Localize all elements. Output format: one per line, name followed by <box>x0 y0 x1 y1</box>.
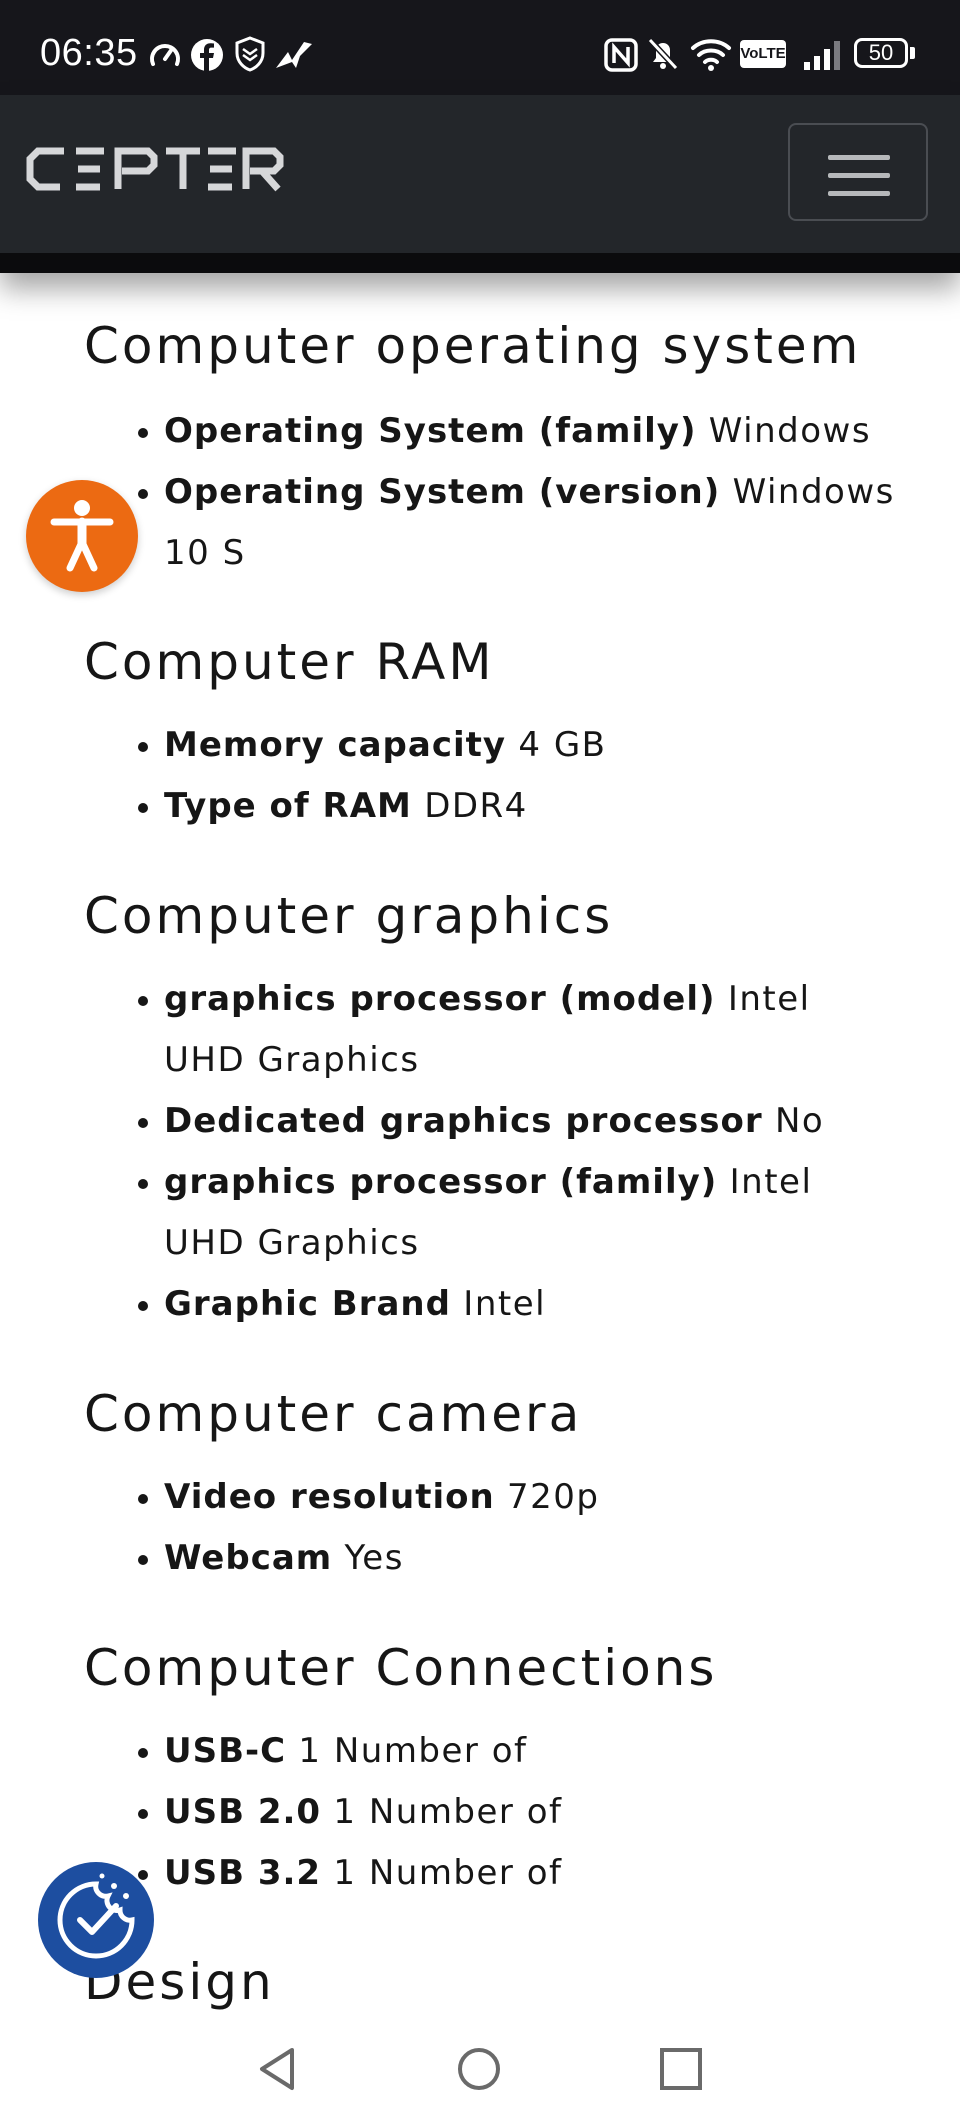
spec-label: Operating System (family) <box>164 411 697 451</box>
cookie-consent-button[interactable] <box>38 1862 154 1978</box>
spec-item: Dedicated graphics processor No <box>0 1091 960 1152</box>
battery-level: 50 <box>868 40 894 65</box>
hamburger-icon-line <box>828 173 890 178</box>
accessibility-button[interactable] <box>26 480 138 592</box>
spec-item: graphics processor (family) Intel UHD Gr… <box>0 1152 960 1274</box>
section-title: Computer Connections <box>84 1639 718 1697</box>
spec-item: Memory capacity 4 GB <box>0 715 960 776</box>
status-bar: 06:35 VoLTE 50 <box>0 0 960 95</box>
spec-value: 1 Number of <box>298 1731 528 1771</box>
back-icon[interactable] <box>256 2046 302 2092</box>
section-title: Computer RAM <box>84 633 495 691</box>
spec-label: USB-C <box>164 1731 287 1771</box>
spec-item: Graphic Brand Intel <box>0 1274 960 1335</box>
spec-value: 1 Number of <box>333 1792 563 1832</box>
wifi-icon <box>691 39 731 71</box>
speedometer-icon <box>150 44 180 66</box>
volte-label: VoLTE <box>740 45 786 62</box>
battery-tip <box>910 47 915 59</box>
spec-item: graphics processor (model) Intel UHD Gra… <box>0 969 960 1091</box>
signal-icon <box>804 41 840 70</box>
spec-label: USB 2.0 <box>164 1792 322 1832</box>
spec-list: Operating System (family) Windows Operat… <box>0 401 960 584</box>
spec-item: Operating System (version) Windows 10 S <box>0 462 960 584</box>
volte-icon: VoLTE <box>740 40 786 68</box>
spec-label: Video resolution <box>164 1477 495 1517</box>
spec-item: Video resolution 720p <box>0 1467 960 1528</box>
section-title: Computer graphics <box>84 887 614 945</box>
spec-value: No <box>774 1101 825 1141</box>
spec-item: Webcam Yes <box>0 1528 960 1589</box>
shield-icon <box>235 36 265 72</box>
bird-icon <box>276 42 312 68</box>
bell-muted-icon <box>647 37 679 71</box>
spec-list: Video resolution 720p Webcam Yes <box>0 1467 960 1589</box>
site-logo[interactable] <box>24 145 284 197</box>
spec-value: Intel <box>463 1284 547 1324</box>
section-title: Computer operating system <box>84 317 862 375</box>
menu-toggle-button[interactable] <box>788 123 928 221</box>
spec-item: USB 2.0 1 Number of <box>0 1782 960 1843</box>
spec-value: 4 GB <box>518 725 607 765</box>
section-title: Computer camera <box>84 1385 583 1443</box>
spec-list: Memory capacity 4 GB Type of RAM DDR4 <box>0 715 960 837</box>
cookie-consent-icon <box>57 1873 135 1959</box>
spec-item: Type of RAM DDR4 <box>0 776 960 837</box>
accessibility-person-icon <box>50 500 114 572</box>
facebook-icon <box>191 39 223 71</box>
battery-icon: 50 <box>854 38 908 68</box>
cepter-logo-graphic <box>26 147 284 192</box>
spec-value: 720p <box>507 1477 600 1517</box>
home-icon[interactable] <box>456 2046 502 2092</box>
spec-label: Operating System (version) <box>164 472 721 512</box>
spec-label: Memory capacity <box>164 725 507 765</box>
spec-value: Windows <box>708 411 872 451</box>
spec-label: USB 3.2 <box>164 1853 322 1893</box>
spec-label: graphics processor (model) <box>164 979 716 1019</box>
spec-label: Webcam <box>164 1538 333 1578</box>
spec-item: USB-C 1 Number of <box>0 1721 960 1782</box>
spec-label: Graphic Brand <box>164 1284 451 1324</box>
status-time: 06:35 <box>40 32 138 74</box>
site-navbar <box>0 95 960 273</box>
spec-label: graphics processor (family) <box>164 1162 718 1202</box>
spec-value: 1 Number of <box>333 1853 563 1893</box>
spec-label: Type of RAM <box>164 786 412 826</box>
nfc-icon <box>604 38 638 72</box>
spec-value: DDR4 <box>424 786 528 826</box>
hamburger-icon <box>828 155 890 160</box>
spec-item: Operating System (family) Windows <box>0 401 960 462</box>
spec-list: graphics processor (model) Intel UHD Gra… <box>0 969 960 1335</box>
spec-value: Yes <box>344 1538 404 1578</box>
spec-label: Dedicated graphics processor <box>164 1101 763 1141</box>
recents-icon[interactable] <box>658 2046 704 2092</box>
hamburger-icon-line <box>828 191 890 196</box>
system-nav-bar <box>0 2020 960 2118</box>
